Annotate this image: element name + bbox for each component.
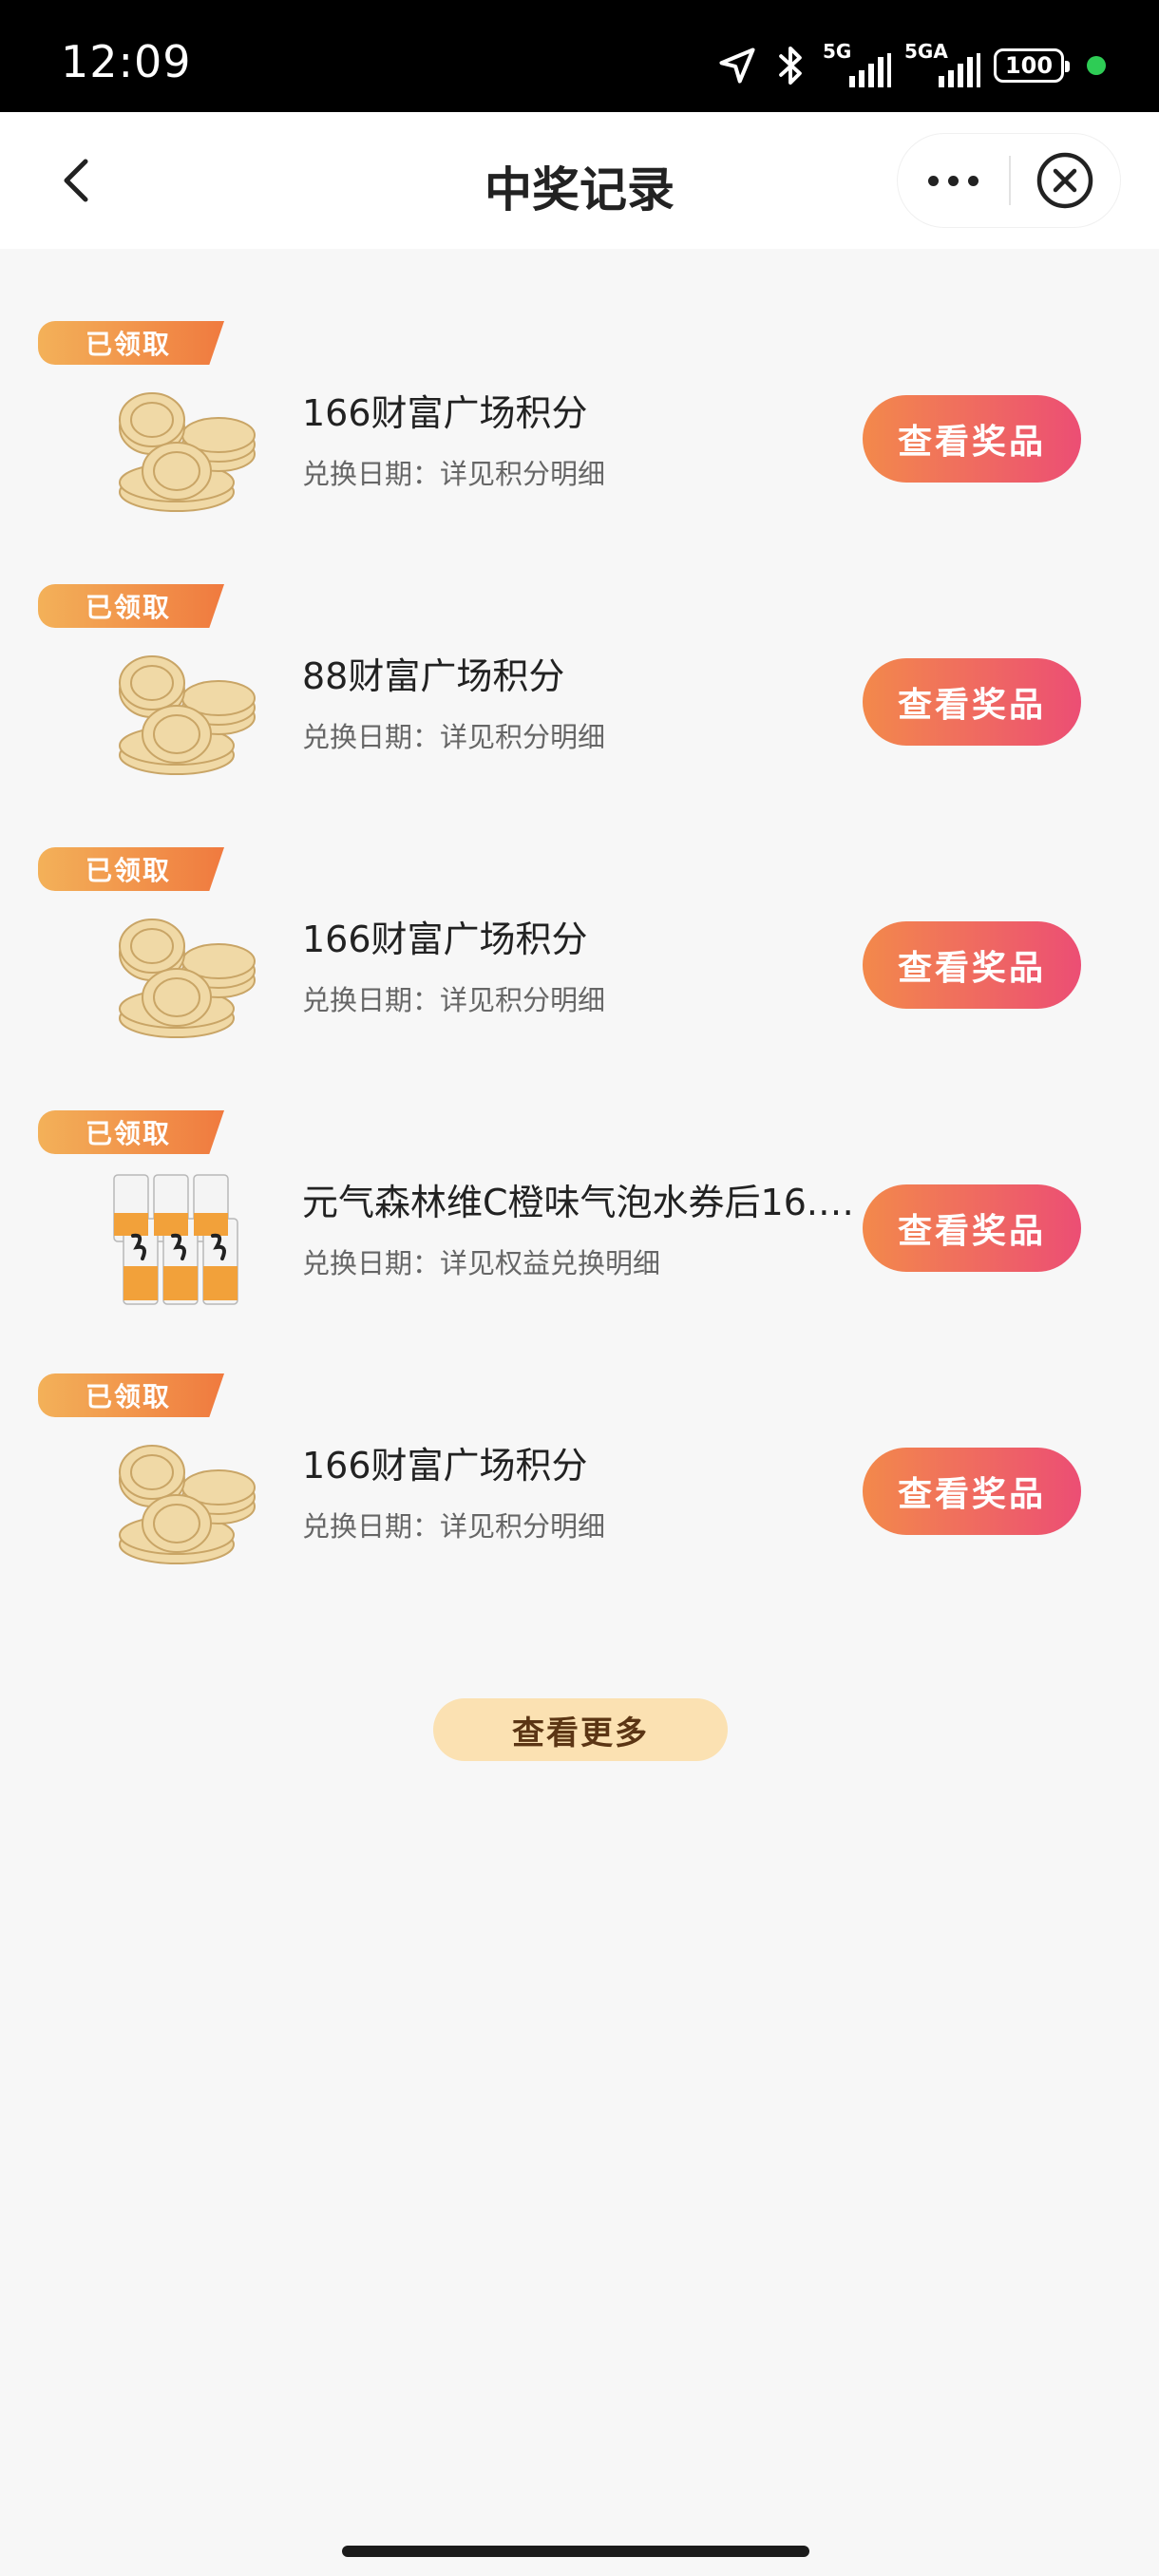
view-prize-button[interactable]: 查看奖品 [863,921,1081,1009]
status-badge: 已领取 [38,1373,224,1417]
prize-title: 元气森林维C橙味气泡水券后16.… [302,1182,854,1223]
signal-5ga: 5GA [904,40,980,87]
prize-title: 166财富广场积分 [302,392,588,434]
battery-level: 100 [1004,52,1054,79]
prize-title: 166财富广场积分 [302,919,588,960]
list-item: 已领取 166财富广场积分 兑换日期：详见积分明细 查看奖品 [0,321,1159,584]
more-button[interactable] [898,133,1009,228]
gold-coins-icon [119,392,256,512]
prize-subtitle: 兑换日期：详见权益兑换明细 [302,1247,661,1279]
more-dot [948,175,959,186]
list-item: 已领取 166财富广场积分 兑换日期：详见积分明细 查看奖品 [0,847,1159,1110]
drink-cans-icon [113,1174,238,1305]
more-dot [968,175,978,186]
gold-coins-icon [119,919,256,1038]
gold-coins-icon [119,655,256,775]
gold-coins-icon [119,1445,256,1564]
view-prize-button[interactable]: 查看奖品 [863,395,1081,483]
status-icons: 5G 5GA 100 [716,40,1106,89]
view-prize-button[interactable]: 查看奖品 [863,1184,1081,1272]
view-more-button[interactable]: 查看更多 [433,1698,728,1761]
close-circle-icon [1037,152,1093,209]
status-badge: 已领取 [38,584,224,628]
prize-subtitle: 兑换日期：详见积分明细 [302,1510,606,1543]
prize-title: 88财富广场积分 [302,655,565,697]
prize-title: 166财富广场积分 [302,1445,588,1487]
status-bar: 12:09 5G 5GA 100 [0,0,1159,112]
prize-subtitle: 兑换日期：详见积分明细 [302,458,606,490]
list-item: 已领取 166财富广场积分 兑换日期：详见积分明细 查看奖品 [0,1373,1159,1637]
home-indicator[interactable] [342,2546,809,2557]
status-badge: 已领取 [38,847,224,891]
list-item: 已领取 元气森林维C橙味气泡水券后16.… 兑换日期：详见权益兑换明细 查看奖品 [0,1110,1159,1373]
status-badge: 已领取 [38,321,224,365]
view-prize-button[interactable]: 查看奖品 [863,1448,1081,1535]
privacy-indicator-dot [1087,56,1106,75]
bluetooth-icon [779,46,802,85]
prize-subtitle: 兑换日期：详见积分明细 [302,984,606,1016]
prize-subtitle: 兑换日期：详见积分明细 [302,721,606,753]
battery-icon: 100 [994,48,1070,83]
close-button[interactable] [1011,133,1120,228]
signal-icon [939,53,980,87]
status-badge: 已领取 [38,1110,224,1154]
signal-5g: 5G [823,40,891,87]
location-arrow-icon [719,47,755,84]
more-dots-icon [928,175,939,186]
view-prize-button[interactable]: 查看奖品 [863,658,1081,746]
nav-bar: 中奖记录 [0,112,1159,249]
signal-icon [849,53,891,87]
status-time: 12:09 [61,36,192,87]
list-item: 已领取 88财富广场积分 兑换日期：详见积分明细 查看奖品 [0,584,1159,847]
mini-program-capsule [897,133,1121,228]
